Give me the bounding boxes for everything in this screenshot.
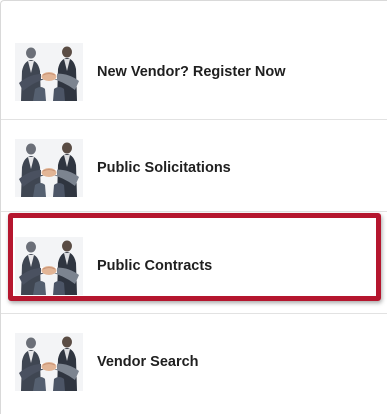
menu-item-label: Public Contracts [97,258,213,274]
divider [1,313,387,314]
divider [1,211,387,212]
handshake-icon [15,139,83,197]
divider [1,119,387,120]
handshake-icon [15,237,83,295]
menu-item-label: Public Solicitations [97,160,231,176]
menu-item-vendor-search[interactable]: Vendor Search [15,333,375,391]
menu-item-public-solicitations[interactable]: Public Solicitations [15,139,375,197]
menu-item-label: Vendor Search [97,354,199,370]
handshake-icon [15,43,83,101]
handshake-icon [15,333,83,391]
menu-item-public-contracts[interactable]: Public Contracts [15,237,375,295]
portal-menu-panel: New Vendor? Register Now Public Solicita… [0,0,387,414]
menu-item-register[interactable]: New Vendor? Register Now [15,43,375,101]
menu-item-label: New Vendor? Register Now [97,64,286,80]
